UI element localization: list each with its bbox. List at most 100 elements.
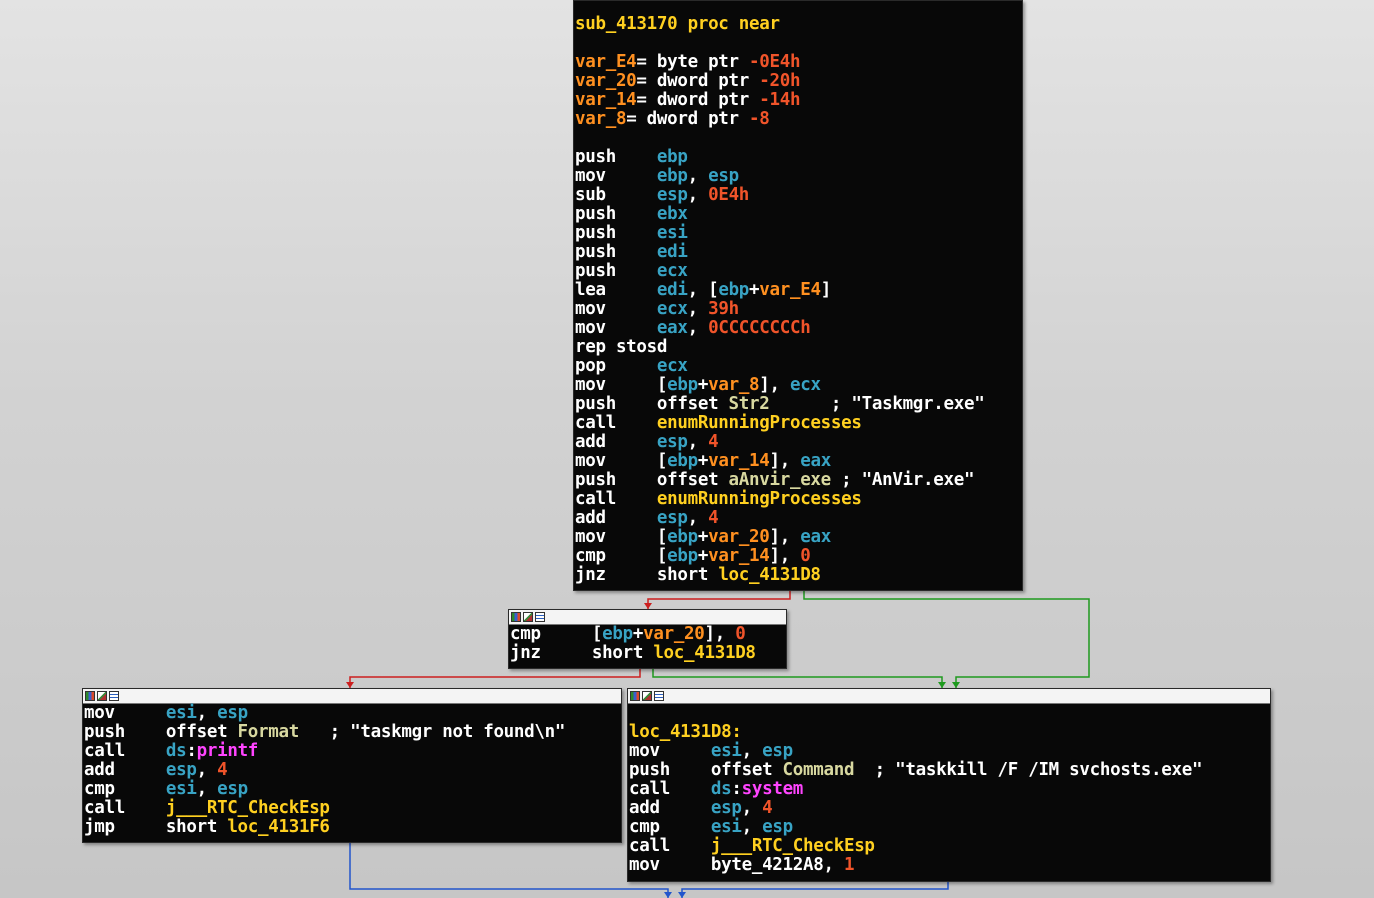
code-token: esp	[165, 760, 197, 780]
node-titlebar[interactable]	[628, 689, 1270, 704]
code-token: eax	[800, 527, 831, 547]
code-line[interactable]: call ds:system	[629, 780, 1269, 799]
code-line[interactable]: loc_4131D8:	[629, 723, 1269, 742]
graph-icon[interactable]	[523, 612, 533, 622]
node-taskmgr-not-found[interactable]: mov esi, esp push offset Format ; "taskmg…	[82, 688, 622, 843]
code-line[interactable]: push offset aAnvir_exe ; "AnVir.exe"	[575, 471, 1021, 490]
code-line[interactable]: mov eax, 0CCCCCCCCh	[575, 319, 1021, 338]
code-token: esi	[165, 779, 197, 799]
node-titlebar[interactable]	[83, 689, 621, 704]
code-token: 0	[735, 624, 746, 644]
code-line[interactable]: push offset Command ; "taskkill /F /IM s…	[629, 761, 1269, 780]
code-token: loc_4131D8	[653, 643, 756, 663]
node-sub-413170[interactable]: sub_413170 proc near var_E4= byte ptr -0…	[573, 0, 1023, 591]
code-line[interactable]: mov esi, esp	[629, 742, 1269, 761]
code-line[interactable]: mov esi, esp	[84, 704, 620, 723]
edge-kill-to-next	[681, 881, 949, 898]
code-line[interactable]: add esp, 4	[575, 509, 1021, 528]
code-line[interactable]: call enumRunningProcesses	[575, 414, 1021, 433]
color-icon[interactable]	[511, 612, 521, 622]
code-line[interactable]: call ds:printf	[84, 742, 620, 761]
code-line[interactable]: push ecx	[575, 262, 1021, 281]
code-line[interactable]: var_20= dword ptr -20h	[575, 72, 1021, 91]
code-token: add	[575, 508, 657, 528]
text-view-icon[interactable]	[654, 691, 664, 701]
code-line[interactable]: mov ebp, esp	[575, 167, 1021, 186]
code-line[interactable]: mov byte_4212A8, 1	[629, 856, 1269, 875]
code-line[interactable]	[629, 704, 1269, 723]
code-line[interactable]: call enumRunningProcesses	[575, 490, 1021, 509]
text-view-icon[interactable]	[535, 612, 545, 622]
code-token: +	[697, 451, 709, 471]
node-loc-4131d8[interactable]: loc_4131D8: mov esi, esp push offset Comma…	[627, 688, 1271, 882]
code-line[interactable]: jnz short loc_4131D8	[510, 644, 785, 663]
color-icon[interactable]	[630, 691, 640, 701]
code-token: ,	[196, 703, 218, 723]
node-code: sub_413170 proc near var_E4= byte ptr -0…	[574, 1, 1022, 585]
code-line[interactable]: push ebp	[575, 148, 1021, 167]
code-line[interactable]: var_14= dword ptr -14h	[575, 91, 1021, 110]
code-line[interactable]: push offset Str2 ; "Taskmgr.exe"	[575, 395, 1021, 414]
code-token: +	[697, 375, 709, 395]
code-token: 1	[843, 855, 855, 875]
code-token: var_20	[708, 527, 770, 547]
code-token: , [	[687, 280, 719, 300]
code-line[interactable]: pop ecx	[575, 357, 1021, 376]
code-token: ecx	[656, 356, 688, 376]
code-token: var_14	[708, 451, 770, 471]
code-line[interactable]: sub esp, 0E4h	[575, 186, 1021, 205]
code-line[interactable]: mov ecx, 39h	[575, 300, 1021, 319]
code-token: cmp	[510, 624, 592, 644]
code-line[interactable]: cmp [ebp+var_14], 0	[575, 547, 1021, 566]
node-cmp-var20[interactable]: cmp [ebp+var_20], 0 jnz short loc_4131D8	[508, 609, 787, 669]
code-token: call	[84, 741, 166, 761]
code-line[interactable]: cmp esi, esp	[629, 818, 1269, 837]
code-line[interactable]: jnz short loc_4131D8	[575, 566, 1021, 585]
graph-icon[interactable]	[97, 691, 107, 701]
code-line[interactable]: add esp, 4	[84, 761, 620, 780]
code-line[interactable]: var_8= dword ptr -8	[575, 110, 1021, 129]
code-token: ecx	[656, 261, 688, 281]
code-line[interactable]: call j___RTC_CheckEsp	[84, 799, 620, 818]
code-token: short	[591, 643, 654, 663]
code-line[interactable]: add esp, 4	[575, 433, 1021, 452]
code-line[interactable]: push edi	[575, 243, 1021, 262]
code-line[interactable]: add esp, 4	[629, 799, 1269, 818]
code-token: esi	[710, 817, 742, 837]
code-token: ds	[710, 779, 732, 799]
code-token: = byte ptr	[636, 52, 750, 72]
color-icon[interactable]	[85, 691, 95, 701]
node-code: mov esi, esp push offset Format ; "taskmg…	[83, 704, 621, 837]
code-token: push	[575, 204, 657, 224]
code-token: ecx	[790, 375, 821, 395]
node-titlebar[interactable]	[509, 610, 786, 625]
code-token: loc_4131F6	[227, 817, 330, 837]
code-line[interactable]: push offset Format ; "taskmgr not found\…	[84, 723, 620, 742]
code-token: call	[629, 779, 711, 799]
code-line[interactable]: cmp esi, esp	[84, 780, 620, 799]
code-line[interactable]: mov [ebp+var_20], eax	[575, 528, 1021, 547]
code-token: var_E4	[575, 52, 637, 72]
code-token: short	[656, 565, 719, 585]
code-token: ]	[820, 280, 832, 300]
code-line[interactable]: sub_413170 proc near	[575, 15, 1021, 34]
code-line[interactable]: mov [ebp+var_14], eax	[575, 452, 1021, 471]
code-token: printf	[196, 741, 259, 761]
node-code: cmp [ebp+var_20], 0 jnz short loc_4131D8	[509, 625, 786, 663]
code-line[interactable]: push esi	[575, 224, 1021, 243]
code-line[interactable]: lea edi, [ebp+var_E4]	[575, 281, 1021, 300]
code-token: push	[575, 242, 657, 262]
code-line[interactable]	[575, 129, 1021, 148]
graph-icon[interactable]	[642, 691, 652, 701]
code-line[interactable]	[575, 34, 1021, 53]
code-line[interactable]: push ebx	[575, 205, 1021, 224]
code-line[interactable]: jmp short loc_4131F6	[84, 818, 620, 837]
code-line[interactable]: cmp [ebp+var_20], 0	[510, 625, 785, 644]
code-line[interactable]: rep stosd	[575, 338, 1021, 357]
code-token: call	[575, 489, 657, 509]
code-line[interactable]: mov [ebp+var_8], ecx	[575, 376, 1021, 395]
code-token: mov	[629, 741, 711, 761]
code-line[interactable]: call j___RTC_CheckEsp	[629, 837, 1269, 856]
code-line[interactable]: var_E4= byte ptr -0E4h	[575, 53, 1021, 72]
text-view-icon[interactable]	[109, 691, 119, 701]
